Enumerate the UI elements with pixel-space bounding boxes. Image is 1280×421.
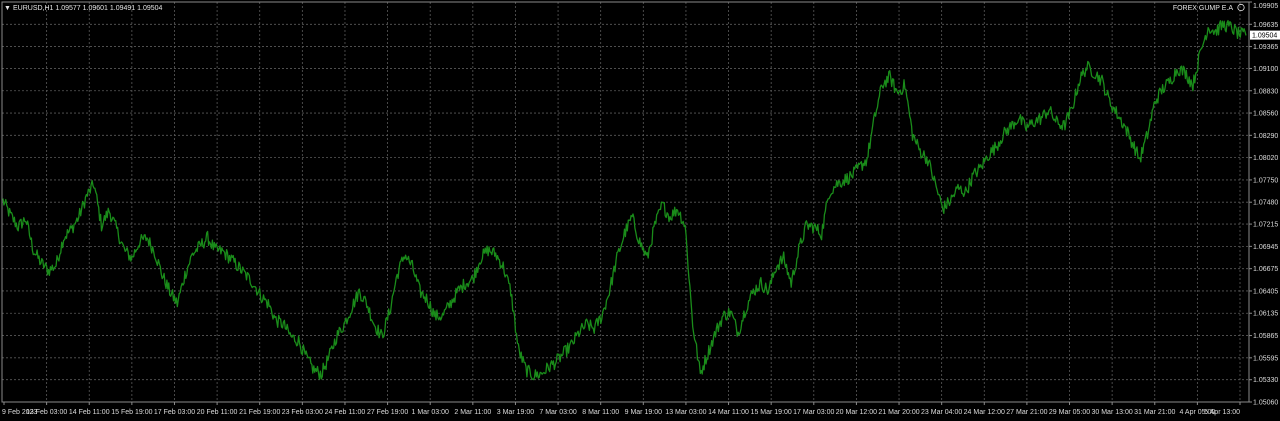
x-tick-label: 23 Mar 04:00 bbox=[921, 409, 962, 416]
y-tick-label: 1.06945 bbox=[1253, 244, 1278, 251]
y-tick-label: 1.06405 bbox=[1253, 288, 1278, 295]
y-tick-label: 1.07480 bbox=[1253, 200, 1278, 207]
x-tick-label: 30 Mar 13:00 bbox=[1092, 409, 1133, 416]
y-tick-label: 1.06135 bbox=[1253, 311, 1278, 318]
x-tick-label: 31 Mar 21:00 bbox=[1134, 409, 1175, 416]
y-tick-label: 1.07215 bbox=[1253, 222, 1278, 229]
chart-svg[interactable]: 1.09905 1.09635 1.09365 1.09100 1.08830 1.085… bbox=[0, 0, 1280, 421]
y-tick-label: 1.09365 bbox=[1253, 44, 1278, 51]
y-tick-label: 1.06675 bbox=[1253, 266, 1278, 273]
x-tick-label: 15 Feb 19:00 bbox=[111, 409, 152, 416]
y-tick-label: 1.07750 bbox=[1253, 177, 1278, 184]
x-tick-label: 14 Feb 11:00 bbox=[69, 409, 110, 416]
y-tick-label: 1.09635 bbox=[1253, 22, 1278, 29]
x-tick-label: 3 Mar 19:00 bbox=[497, 409, 534, 416]
x-tick-label: 17 Mar 03:00 bbox=[793, 409, 834, 416]
y-tick-label: 1.08830 bbox=[1253, 88, 1278, 95]
x-tick-label: 20 Feb 11:00 bbox=[197, 409, 238, 416]
x-tick-label: 27 Feb 19:00 bbox=[367, 409, 408, 416]
x-tick-label: 24 Mar 12:00 bbox=[964, 409, 1005, 416]
ea-label: FOREX GUMP E.A bbox=[1173, 5, 1233, 12]
x-tick-label: 14 Mar 11:00 bbox=[708, 409, 749, 416]
x-tick-label: 1 Mar 03:00 bbox=[412, 409, 449, 416]
y-tick-label: 1.08560 bbox=[1253, 111, 1278, 118]
x-tick-label: 24 Feb 11:00 bbox=[325, 409, 366, 416]
x-tick-label: 27 Mar 21:00 bbox=[1006, 409, 1047, 416]
symbol-info-text: EURUSD,H1 1.09577 1.09601 1.09491 1.0950… bbox=[13, 5, 163, 12]
y-tick-label: 1.05060 bbox=[1253, 400, 1278, 407]
x-tick-label: 21 Mar 20:00 bbox=[878, 409, 919, 416]
y-tick-label: 1.05330 bbox=[1253, 377, 1278, 384]
x-tick-label: 23 Feb 03:00 bbox=[282, 409, 323, 416]
current-price-label: 1.09504 bbox=[1252, 33, 1277, 40]
x-tick-label: 5 Apr 13:00 bbox=[1204, 409, 1240, 416]
current-price-marker: 1.09504 bbox=[1250, 30, 1280, 40]
x-tick-label: 13 Feb 03:00 bbox=[26, 409, 67, 416]
x-tick-label: 21 Feb 19:00 bbox=[239, 409, 280, 416]
x-tick-label: 20 Mar 12:00 bbox=[836, 409, 877, 416]
x-tick-label: 9 Mar 19:00 bbox=[625, 409, 662, 416]
y-tick-label: 1.05595 bbox=[1253, 355, 1278, 362]
x-tick-label: 8 Mar 11:00 bbox=[582, 409, 619, 416]
x-tick-label: 29 Mar 05:00 bbox=[1049, 409, 1090, 416]
price-chart[interactable]: 1.09905 1.09635 1.09365 1.09100 1.08830 1.085… bbox=[0, 0, 1280, 421]
x-tick-label: 2 Mar 11:00 bbox=[454, 409, 491, 416]
y-tick-label: 1.08290 bbox=[1253, 133, 1278, 140]
x-tick-label: 17 Feb 03:00 bbox=[154, 409, 195, 416]
y-tick-label: 1.09100 bbox=[1253, 66, 1278, 73]
x-tick-label: 13 Mar 03:00 bbox=[665, 409, 706, 416]
y-tick-label: 1.08020 bbox=[1253, 155, 1278, 162]
x-tick-label: 15 Mar 19:00 bbox=[751, 409, 792, 416]
x-tick-label: 7 Mar 03:00 bbox=[539, 409, 576, 416]
header-info: ▼ EURUSD,H1 1.09577 1.09601 1.09491 1.09… bbox=[4, 5, 163, 12]
dropdown-arrow-icon[interactable]: ▼ bbox=[4, 5, 11, 12]
y-tick-label: 1.05865 bbox=[1253, 333, 1278, 340]
y-tick-label: 1.09905 bbox=[1253, 3, 1278, 10]
